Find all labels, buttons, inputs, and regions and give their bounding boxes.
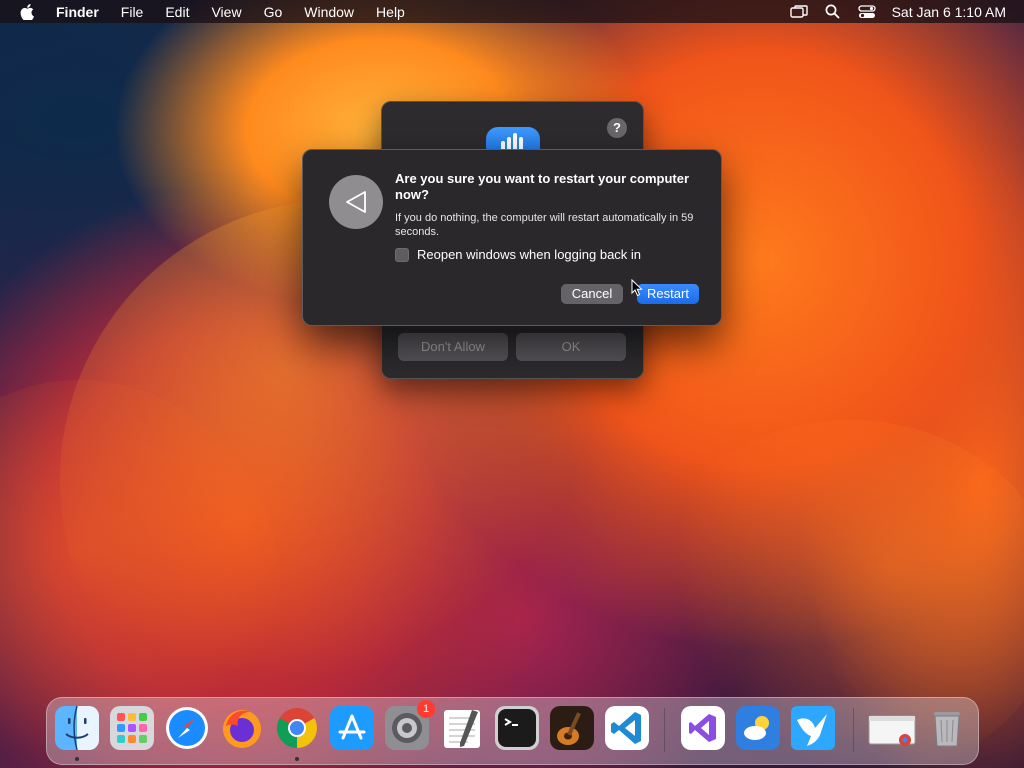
restart-triangle-icon <box>329 175 383 229</box>
restart-dialog: Are you sure you want to restart your co… <box>302 149 722 326</box>
visual-studio-icon[interactable] <box>681 706 725 750</box>
control-center-icon[interactable] <box>857 4 876 20</box>
spotlight-search-icon[interactable] <box>824 4 842 20</box>
trash-icon[interactable] <box>925 706 969 750</box>
dock-separator <box>853 708 854 752</box>
menu-file[interactable]: File <box>121 4 144 20</box>
notification-badge: 1 <box>417 700 435 718</box>
reopen-windows-checkbox[interactable]: Reopen windows when logging back in <box>395 247 641 262</box>
ok-button[interactable]: OK <box>516 333 626 361</box>
chrome-window-icon[interactable] <box>867 706 916 750</box>
safari-icon[interactable] <box>165 706 209 750</box>
help-button[interactable]: ? <box>607 118 627 138</box>
launchpad-icon[interactable] <box>110 706 154 750</box>
system-settings-icon[interactable]: 1 <box>385 700 435 750</box>
dock-separator <box>664 708 665 752</box>
dont-allow-button[interactable]: Don't Allow <box>398 333 508 361</box>
menu-go[interactable]: Go <box>264 4 283 20</box>
menu-bar: Finder File Edit View Go Window Help Sat… <box>0 0 1024 23</box>
hummingbird-icon[interactable] <box>791 706 835 750</box>
dialog-message: If you do nothing, the computer will res… <box>395 212 694 238</box>
textedit-icon[interactable] <box>440 706 484 750</box>
menu-edit[interactable]: Edit <box>165 4 189 20</box>
chrome-icon[interactable] <box>275 706 319 750</box>
mouse-cursor-icon <box>631 279 643 297</box>
dialog-title: Are you sure you want to restart your co… <box>395 171 690 202</box>
firefox-icon[interactable] <box>220 706 264 750</box>
menu-view[interactable]: View <box>211 4 241 20</box>
menu-window[interactable]: Window <box>304 4 354 20</box>
menu-bar-clock[interactable]: Sat Jan 6 1:10 AM <box>892 4 1006 20</box>
dock: 1 <box>46 697 979 765</box>
checkbox-box[interactable] <box>395 247 409 262</box>
app-store-icon[interactable] <box>330 706 374 750</box>
weather-icon[interactable] <box>736 706 780 750</box>
running-indicator <box>295 757 299 761</box>
terminal-icon[interactable] <box>495 706 539 750</box>
screen-mirroring-icon[interactable] <box>789 4 808 20</box>
restart-button[interactable]: Restart <box>637 284 699 304</box>
running-indicator <box>75 757 79 761</box>
checkbox-label[interactable]: Reopen windows when logging back in <box>417 247 641 262</box>
finder-icon[interactable] <box>55 705 99 751</box>
menu-app-name[interactable]: Finder <box>56 4 99 20</box>
apple-menu-icon[interactable] <box>18 3 36 21</box>
garageband-icon[interactable] <box>550 706 594 750</box>
cancel-button[interactable]: Cancel <box>561 284 623 304</box>
menu-help[interactable]: Help <box>376 4 405 20</box>
vscode-icon[interactable] <box>605 706 649 750</box>
